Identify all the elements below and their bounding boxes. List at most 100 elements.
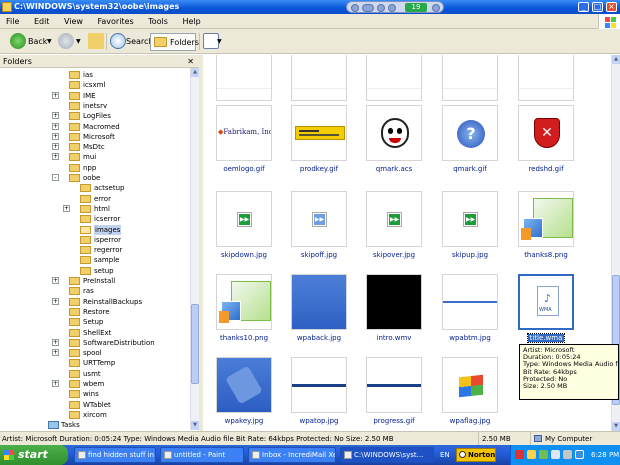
tree-item[interactable]: + spool	[0, 348, 188, 358]
menu-tools[interactable]: Tools	[142, 14, 174, 29]
scroll-down-icon[interactable]: ▼	[191, 421, 199, 430]
file-thumbnail[interactable]	[442, 55, 498, 101]
file-thumbnail[interactable]	[291, 55, 347, 101]
tree-item[interactable]: + ReinstallBackups	[0, 297, 188, 307]
file-name[interactable]: wpaflag.jpg	[434, 417, 506, 425]
media-mini-player[interactable]: 19	[346, 1, 444, 13]
file-thumbnail[interactable]	[366, 105, 422, 161]
tree-item[interactable]: + IME	[0, 91, 188, 101]
taskbar-item-paint[interactable]: untitled - Paint	[160, 447, 244, 463]
file-thumbnail[interactable]: ♪ WMA	[518, 274, 574, 330]
network-icon[interactable]	[551, 450, 560, 459]
tree-item[interactable]: sample	[0, 255, 188, 265]
file-name[interactable]: progress.gif	[358, 417, 430, 425]
tree-item[interactable]: WTablet	[0, 400, 188, 410]
file-thumbnail[interactable]: ✕	[518, 105, 574, 161]
tree-item[interactable]: icsxml	[0, 80, 188, 90]
restore-player-icon[interactable]	[432, 4, 440, 12]
minimize-button[interactable]: _	[578, 2, 589, 12]
collapse-icon[interactable]: -	[52, 174, 59, 181]
file-thumbnail[interactable]	[518, 55, 574, 101]
file-name[interactable]: wpabtm.jpg	[434, 334, 506, 342]
file-name[interactable]: oemlogo.gif	[208, 165, 280, 173]
file-thumbnail[interactable]	[216, 55, 272, 101]
tree-item[interactable]: ShellExt	[0, 328, 188, 338]
expand-icon[interactable]: +	[52, 349, 59, 357]
file-name[interactable]: qmark.gif	[434, 165, 506, 173]
close-pane-icon[interactable]: ✕	[187, 55, 194, 68]
file-thumbnail[interactable]: ▶▶	[442, 191, 498, 247]
expand-icon[interactable]: +	[52, 380, 59, 387]
tree-item[interactable]: xircom	[0, 410, 188, 420]
scroll-up-icon[interactable]: ▲	[191, 68, 199, 77]
tray-app-icon[interactable]	[515, 450, 524, 459]
scroll-thumb[interactable]	[191, 304, 199, 384]
tree-item[interactable]: + Microsoft	[0, 132, 188, 142]
file-name[interactable]: prodkey.gif	[283, 165, 355, 173]
tree-item[interactable]: inetsrv	[0, 101, 188, 111]
tree-item[interactable]: isperror	[0, 235, 188, 245]
menu-favorites[interactable]: Favorites	[92, 14, 140, 29]
file-thumbnail[interactable]	[518, 191, 574, 247]
norton-button[interactable]: Norton	[456, 448, 496, 462]
file-name[interactable]: skipoff.jpg	[283, 251, 355, 259]
expand-icon[interactable]: +	[52, 132, 59, 140]
expand-icon[interactable]: +	[52, 277, 59, 284]
file-name[interactable]: qmark.acs	[358, 165, 430, 173]
expand-icon[interactable]: +	[52, 122, 59, 130]
file-thumbnail[interactable]: ◆Fabrikam, Inc.	[216, 105, 272, 161]
file-name[interactable]: skipup.jpg	[434, 251, 506, 259]
up-folder-icon[interactable]	[88, 33, 104, 49]
tree-item[interactable]: + mui	[0, 152, 188, 162]
file-thumbnail[interactable]	[216, 274, 272, 330]
file-thumbnail[interactable]	[442, 357, 498, 413]
tree-item[interactable]: npp	[0, 163, 188, 173]
file-name[interactable]: thanks10.png	[208, 334, 280, 342]
file-name[interactable]: redshd.gif	[510, 165, 582, 173]
tree-item[interactable]: regerror	[0, 245, 188, 255]
close-button[interactable]: ×	[606, 2, 617, 12]
back-dropdown-icon[interactable]: ▼	[47, 32, 52, 51]
file-name[interactable]: wpatop.jpg	[283, 417, 355, 425]
folders-button[interactable]: Folders	[150, 33, 199, 51]
tree-item[interactable]: usmt	[0, 369, 188, 379]
tree-item[interactable]: + MsDtc	[0, 142, 188, 152]
file-thumbnail[interactable]	[291, 357, 347, 413]
title-bar[interactable]: C:\WINDOWS\system32\oobe\images	[0, 0, 620, 14]
file-name[interactable]: wpaback.jpg	[283, 334, 355, 342]
tree-item[interactable]: error	[0, 194, 188, 204]
tree-item[interactable]: - oobe	[0, 173, 188, 183]
tree-item[interactable]: + LogFiles	[0, 111, 188, 121]
file-thumbnail[interactable]	[442, 274, 498, 330]
file-name[interactable]: skipdown.jpg	[208, 251, 280, 259]
forward-arrow-icon[interactable]	[58, 33, 74, 49]
next-icon[interactable]	[388, 4, 396, 12]
start-button[interactable]: start	[0, 445, 68, 465]
file-thumbnail[interactable]	[291, 274, 347, 330]
taskbar-item-explorer[interactable]: C:\WINDOWS\syst...	[340, 447, 434, 463]
file-name[interactable]: skipover.jpg	[358, 251, 430, 259]
file-thumbnail[interactable]: ?	[442, 105, 498, 161]
tray-app-icon[interactable]	[575, 450, 584, 459]
expand-icon[interactable]: +	[52, 297, 59, 305]
maximize-button[interactable]: □	[592, 2, 603, 12]
file-thumbnail[interactable]: ▶▶	[291, 191, 347, 247]
stop-icon[interactable]	[351, 4, 359, 12]
back-button[interactable]: Back	[28, 32, 47, 51]
tree-item-tasks[interactable]: Tasks	[0, 420, 188, 430]
file-thumbnail[interactable]: ▶▶	[366, 191, 422, 247]
expand-icon[interactable]: +	[52, 143, 59, 151]
tree-item[interactable]: Restore	[0, 307, 188, 317]
file-name[interactable]: thanks8.png	[510, 251, 582, 259]
expand-icon[interactable]: +	[63, 204, 70, 212]
menu-help[interactable]: Help	[176, 14, 206, 29]
views-dropdown-icon[interactable]: ▼	[217, 32, 222, 51]
file-thumbnail[interactable]	[291, 105, 347, 161]
file-name[interactable]: wpakey.jpg	[208, 417, 280, 425]
expand-icon[interactable]: +	[52, 91, 59, 99]
file-thumbnail[interactable]	[216, 357, 272, 413]
file-thumbnail[interactable]	[366, 55, 422, 101]
file-thumbnail[interactable]	[366, 357, 422, 413]
expand-icon[interactable]: +	[52, 338, 59, 346]
tree-item[interactable]: + PreInstall	[0, 276, 188, 286]
